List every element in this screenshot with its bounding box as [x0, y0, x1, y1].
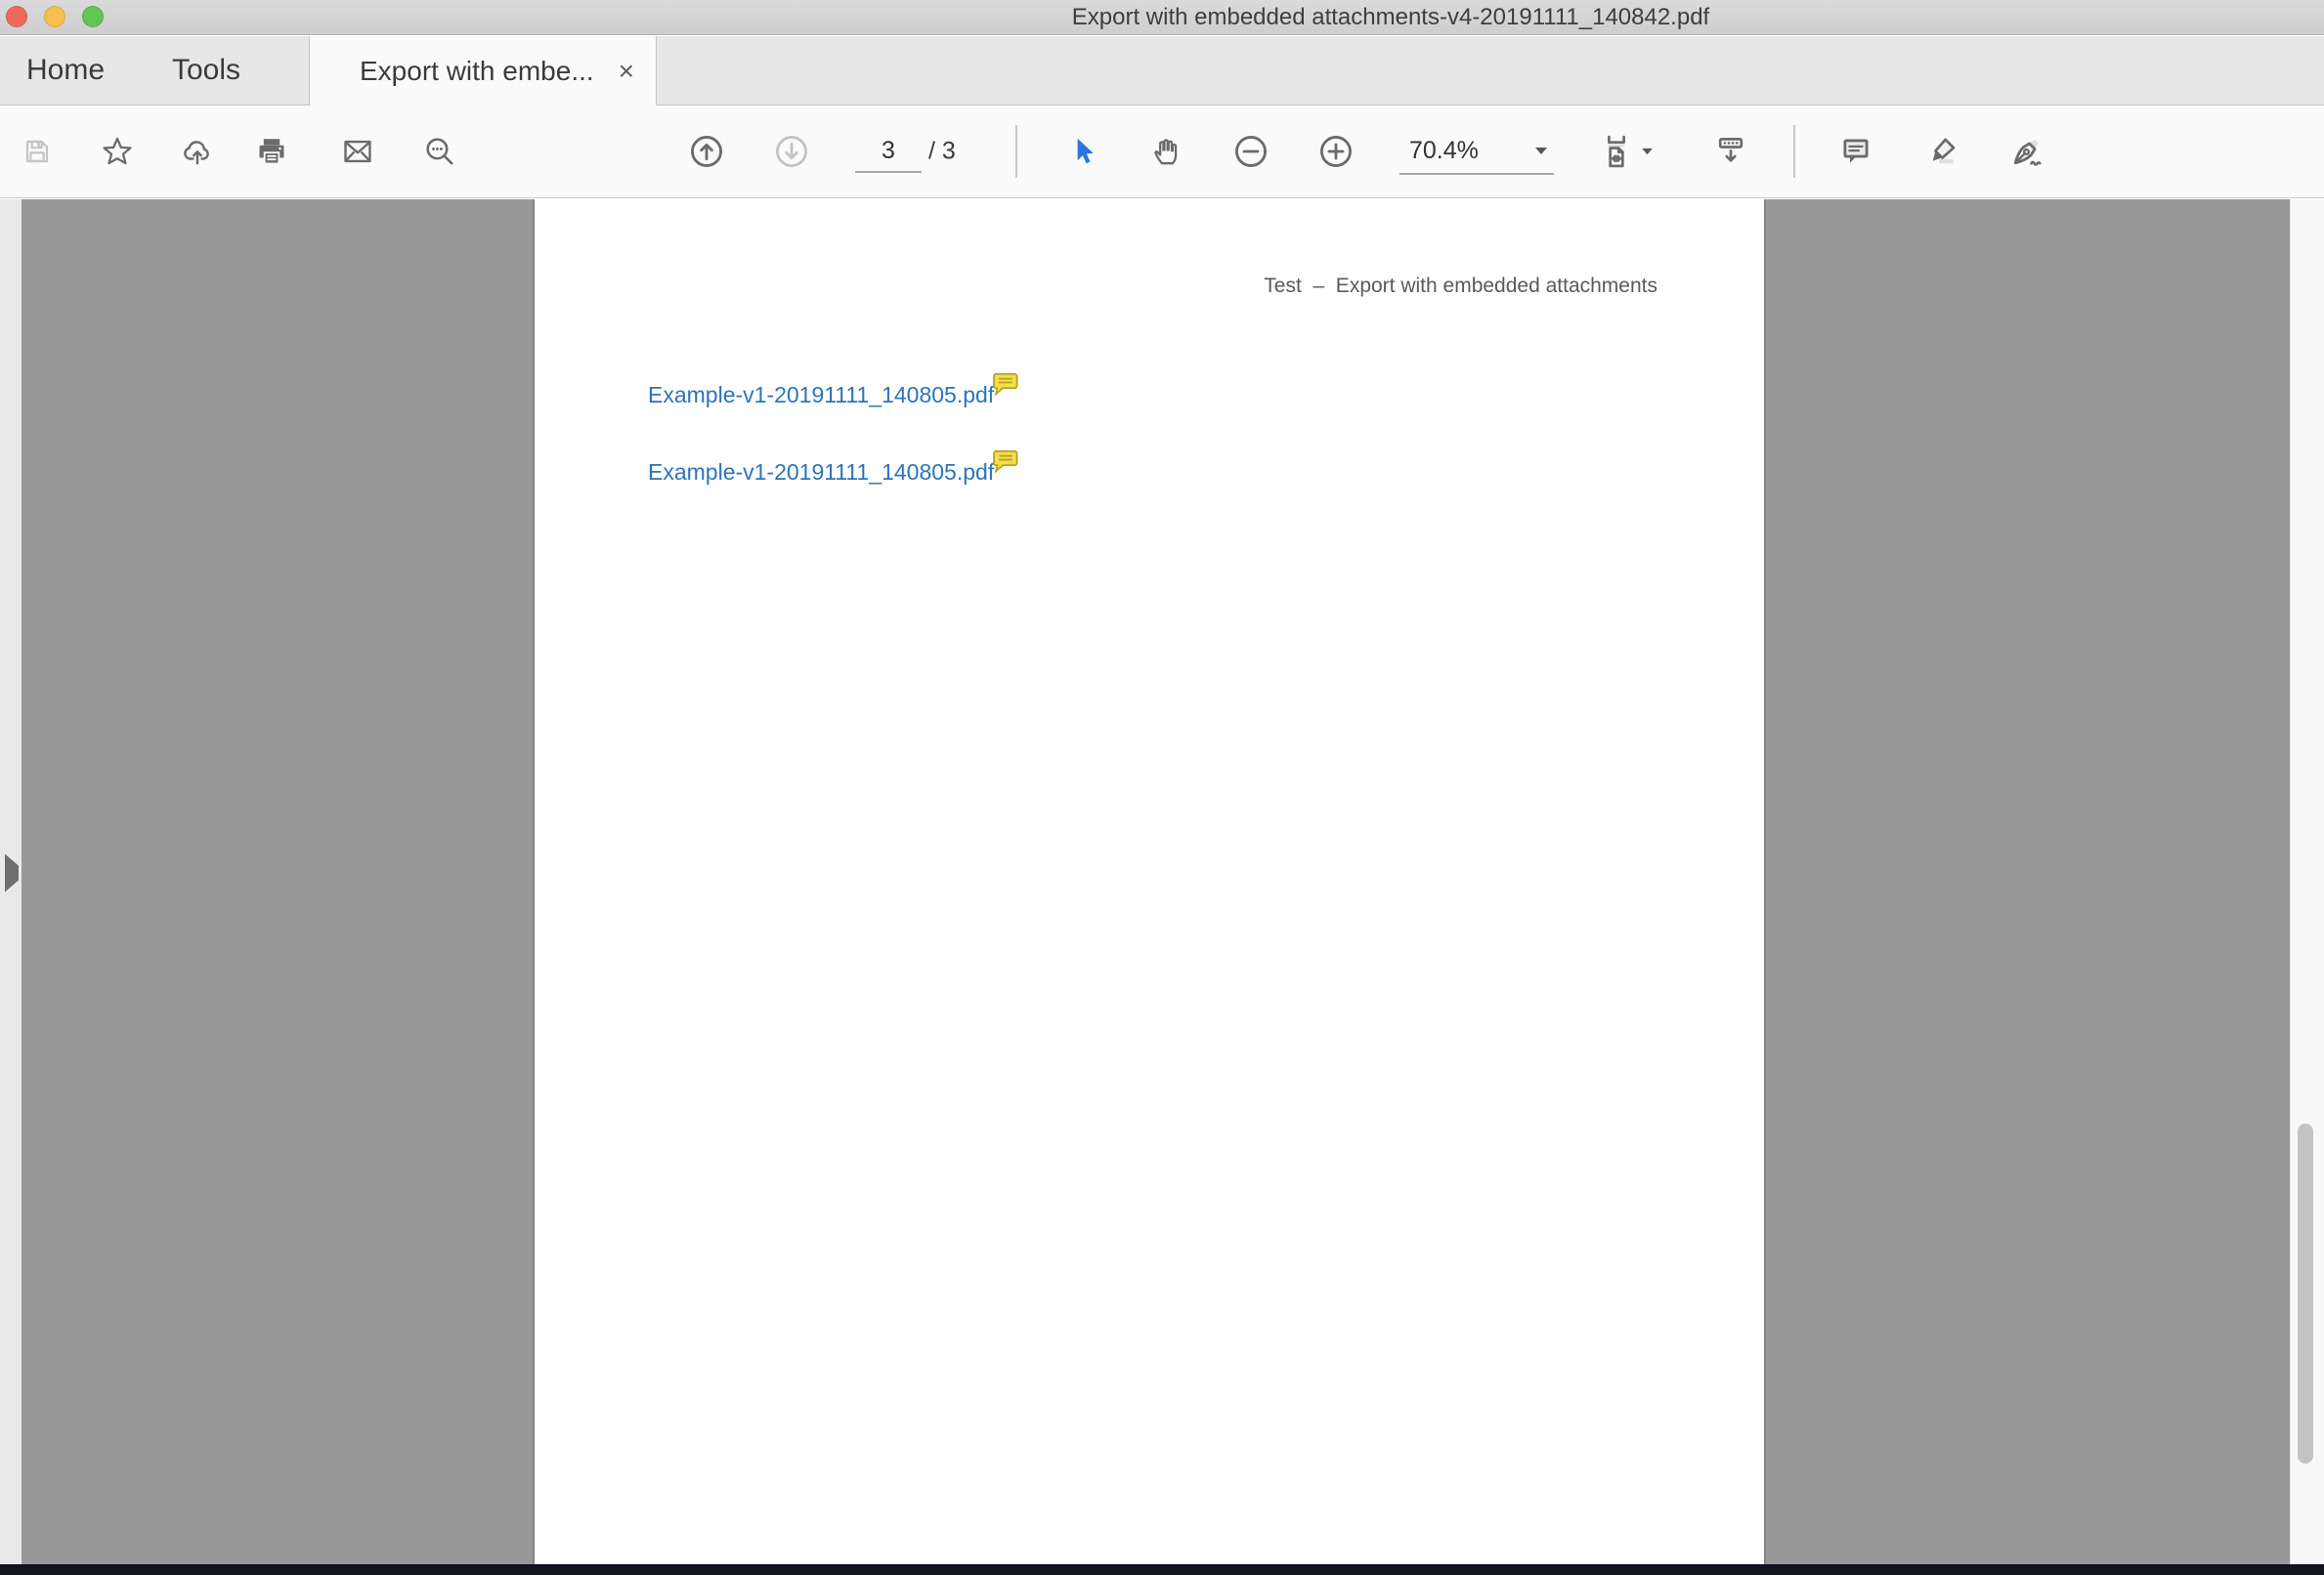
save-button[interactable] — [16, 122, 59, 181]
page-count-label: / 3 — [928, 138, 956, 166]
fit-width-button[interactable] — [1587, 120, 1663, 183]
tab-home[interactable]: Home — [26, 36, 105, 105]
zoom-level-value: 70.4% — [1409, 137, 1479, 165]
highlighter-icon — [1924, 134, 1959, 169]
share-cloud-button[interactable] — [176, 122, 219, 181]
page-header-text: Test – Export with embedded attachments — [1264, 275, 1657, 298]
page-up-icon — [688, 133, 725, 170]
search-button[interactable] — [418, 122, 461, 181]
close-window-button[interactable] — [6, 6, 27, 27]
email-button[interactable] — [336, 122, 379, 181]
chevron-down-icon — [1641, 148, 1654, 155]
highlight-button[interactable] — [1920, 122, 1963, 181]
zoom-in-button[interactable] — [1314, 122, 1357, 181]
print-icon — [255, 135, 288, 168]
attachment-link-row: Example-v1-20191111_140805.pdf — [648, 458, 1018, 486]
toolbar: / 3 70.4% — [0, 106, 2324, 198]
expand-panel-button[interactable] — [2, 860, 22, 885]
document-canvas: Test – Export with embedded attachments … — [0, 199, 2324, 1575]
comment-button[interactable] — [1834, 122, 1877, 181]
hand-tool-icon — [1149, 135, 1183, 168]
page-number-input[interactable] — [855, 130, 922, 173]
favorite-star-button[interactable] — [96, 122, 139, 181]
pdf-page: Test – Export with embedded attachments … — [533, 199, 1766, 1575]
select-tool-button[interactable] — [1061, 122, 1104, 181]
sticky-note-icon[interactable] — [991, 372, 1018, 396]
toolbar-divider — [1015, 125, 1017, 178]
expand-triangle-icon — [5, 854, 19, 892]
zoom-out-button[interactable] — [1229, 122, 1272, 181]
tab-document[interactable]: Export with embe... × — [309, 36, 657, 106]
dock-edge — [0, 1564, 2324, 1575]
zoom-level-select[interactable]: 70.4% — [1399, 128, 1554, 175]
chevron-down-icon — [1534, 147, 1548, 155]
tab-document-label: Export with embe... — [360, 56, 594, 87]
vertical-scrollbar[interactable] — [2290, 199, 2324, 1575]
traffic-lights — [6, 6, 104, 27]
cloud-upload-icon — [181, 135, 214, 168]
navigation-pane-strip — [0, 199, 22, 1575]
tab-bar: Home Tools Export with embe... × — [0, 36, 2324, 106]
star-icon — [101, 135, 134, 168]
save-icon — [22, 136, 53, 167]
search-icon — [423, 135, 456, 168]
sticky-note-icon[interactable] — [991, 449, 1018, 473]
zoom-in-icon — [1317, 133, 1355, 170]
attachment-link[interactable]: Example-v1-20191111_140805.pdf — [648, 458, 994, 486]
hand-tool-button[interactable] — [1144, 122, 1187, 181]
next-page-button[interactable] — [770, 122, 813, 181]
fill-sign-pen-icon — [2008, 133, 2045, 170]
toolbar-divider — [1793, 125, 1795, 178]
window-title: Export with embedded attachments-v4-2019… — [457, 0, 2324, 35]
page-down-icon — [773, 133, 810, 170]
tab-tools[interactable]: Tools — [172, 36, 240, 105]
previous-page-button[interactable] — [685, 122, 728, 181]
attachment-link-row: Example-v1-20191111_140805.pdf — [648, 381, 1018, 408]
zoom-out-icon — [1232, 133, 1270, 170]
email-icon — [341, 135, 374, 168]
fit-width-icon — [1598, 133, 1635, 170]
minimize-window-button[interactable] — [44, 6, 65, 27]
comment-icon — [1838, 134, 1873, 169]
acrobat-window: Export with embedded attachments-v4-2019… — [0, 0, 2324, 1575]
maximize-window-button[interactable] — [82, 6, 104, 27]
titlebar: Export with embedded attachments-v4-2019… — [0, 0, 2324, 35]
select-pointer-icon — [1067, 136, 1098, 167]
tab-close-button[interactable]: × — [615, 58, 638, 85]
print-button[interactable] — [250, 122, 293, 181]
scroll-mode-icon — [1713, 134, 1748, 169]
fill-sign-button[interactable] — [2005, 122, 2048, 181]
scrollbar-thumb[interactable] — [2298, 1124, 2313, 1464]
scroll-mode-button[interactable] — [1709, 122, 1752, 181]
attachment-link[interactable]: Example-v1-20191111_140805.pdf — [648, 381, 994, 408]
